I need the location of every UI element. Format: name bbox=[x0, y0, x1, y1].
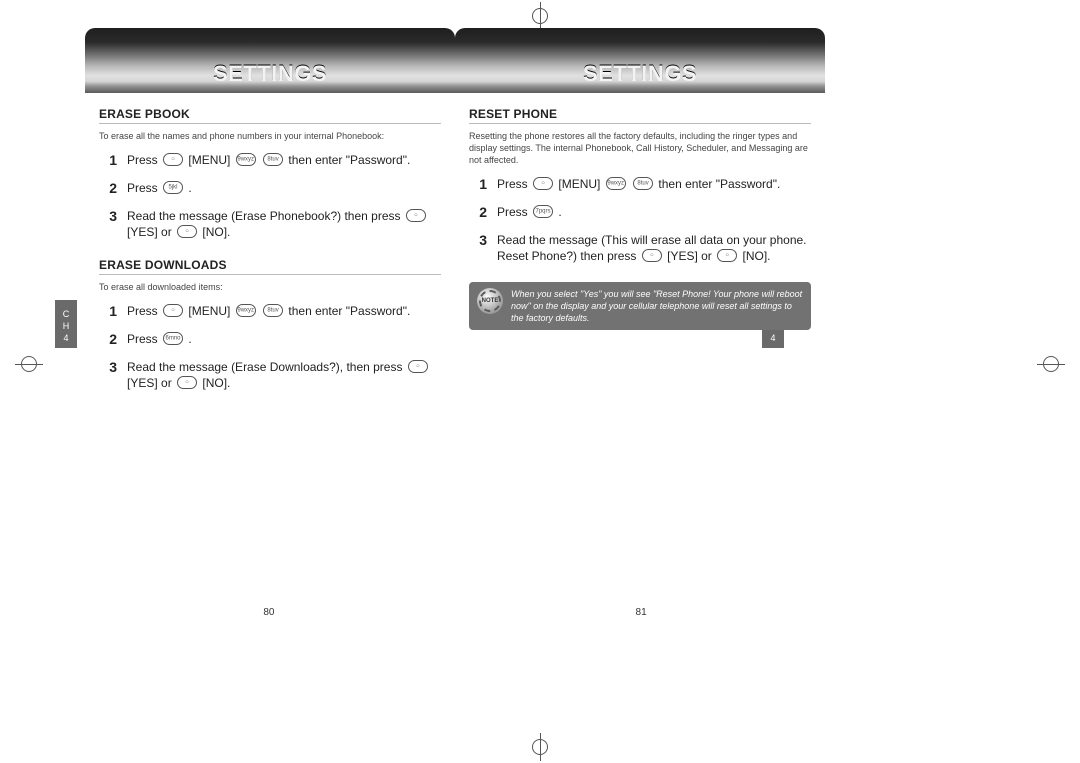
manual-spread: CH4 CH4 Settings ERASE PBOOK To erase al… bbox=[0, 0, 1080, 763]
step-text: Press . bbox=[127, 331, 441, 347]
key-8-icon bbox=[263, 304, 283, 317]
softkey-icon bbox=[533, 177, 553, 190]
softkey-icon bbox=[406, 209, 426, 222]
step-number: 3 bbox=[99, 359, 127, 375]
page-right: Settings RESET PHONE Resetting the phone… bbox=[455, 28, 825, 708]
softkey-icon bbox=[717, 249, 737, 262]
section-heading: ERASE PBOOK bbox=[99, 107, 441, 124]
page-header: Settings bbox=[455, 28, 825, 93]
step-list: 1 Press [MENU] then enter "Password". 2 … bbox=[469, 176, 811, 264]
section-heading: RESET PHONE bbox=[469, 107, 811, 124]
step-text: Read the message (This will erase all da… bbox=[497, 232, 811, 264]
step-number: 2 bbox=[99, 180, 127, 196]
page-title: Settings bbox=[583, 61, 697, 87]
section-intro: Resetting the phone restores all the fac… bbox=[469, 130, 811, 166]
step-text: Read the message (Erase Phonebook?) then… bbox=[127, 208, 441, 240]
page-header: Settings bbox=[85, 28, 455, 93]
page-title: Settings bbox=[213, 61, 327, 87]
step-number: 3 bbox=[469, 232, 497, 248]
step-text: Press . bbox=[497, 204, 811, 220]
section-heading: ERASE DOWNLOADS bbox=[99, 258, 441, 275]
page-left: Settings ERASE PBOOK To erase all the na… bbox=[85, 28, 455, 708]
step-number: 1 bbox=[99, 303, 127, 319]
key-8-icon bbox=[633, 177, 653, 190]
registration-mark-left-icon bbox=[15, 350, 43, 378]
step: 1 Press [MENU] then enter "Password". bbox=[99, 152, 441, 168]
softkey-icon bbox=[163, 304, 183, 317]
key-6-icon bbox=[163, 332, 183, 345]
step-list: 1 Press [MENU] then enter "Password". 2 … bbox=[99, 303, 441, 391]
step: 1 Press [MENU] then enter "Password". bbox=[469, 176, 811, 192]
step-number: 1 bbox=[469, 176, 497, 192]
step-text: Press [MENU] then enter "Password". bbox=[497, 176, 811, 192]
step-text: Press . bbox=[127, 180, 441, 196]
softkey-icon bbox=[163, 153, 183, 166]
section-intro: To erase all the names and phone numbers… bbox=[99, 130, 441, 142]
step: 3 Read the message (Erase Downloads?), t… bbox=[99, 359, 441, 391]
key-9-icon bbox=[236, 153, 256, 166]
key-9-icon bbox=[606, 177, 626, 190]
section-intro: To erase all downloaded items: bbox=[99, 281, 441, 293]
registration-mark-top-icon bbox=[510, 2, 570, 30]
step-number: 2 bbox=[469, 204, 497, 220]
step: 2 Press . bbox=[469, 204, 811, 220]
softkey-icon bbox=[177, 376, 197, 389]
step: 3 Read the message (This will erase all … bbox=[469, 232, 811, 264]
page-number: 81 bbox=[636, 607, 647, 618]
key-9-icon bbox=[236, 304, 256, 317]
step-text: Press [MENU] then enter "Password". bbox=[127, 152, 441, 168]
softkey-icon bbox=[642, 249, 662, 262]
step-text: Press [MENU] then enter "Password". bbox=[127, 303, 441, 319]
registration-mark-right-icon bbox=[1037, 350, 1065, 378]
key-5-icon bbox=[163, 181, 183, 194]
key-7-icon bbox=[533, 205, 553, 218]
chapter-tab-left: CH4 bbox=[55, 300, 77, 348]
step: 2 Press . bbox=[99, 180, 441, 196]
step: 3 Read the message (Erase Phonebook?) th… bbox=[99, 208, 441, 240]
note-box: When you select "Yes" you will see "Rese… bbox=[469, 282, 811, 330]
step: 2 Press . bbox=[99, 331, 441, 347]
step-text: Read the message (Erase Downloads?), the… bbox=[127, 359, 441, 391]
note-seal-icon bbox=[477, 288, 503, 314]
note-text: When you select "Yes" you will see "Rese… bbox=[511, 288, 803, 324]
registration-mark-bottom-icon bbox=[510, 733, 570, 761]
step: 1 Press [MENU] then enter "Password". bbox=[99, 303, 441, 319]
step-number: 1 bbox=[99, 152, 127, 168]
softkey-icon bbox=[408, 360, 428, 373]
page-number: 80 bbox=[263, 607, 274, 618]
chapter-tab-label: CH4 bbox=[63, 309, 70, 343]
softkey-icon bbox=[177, 225, 197, 238]
step-list: 1 Press [MENU] then enter "Password". 2 … bbox=[99, 152, 441, 240]
key-8-icon bbox=[263, 153, 283, 166]
step-number: 3 bbox=[99, 208, 127, 224]
step-number: 2 bbox=[99, 331, 127, 347]
